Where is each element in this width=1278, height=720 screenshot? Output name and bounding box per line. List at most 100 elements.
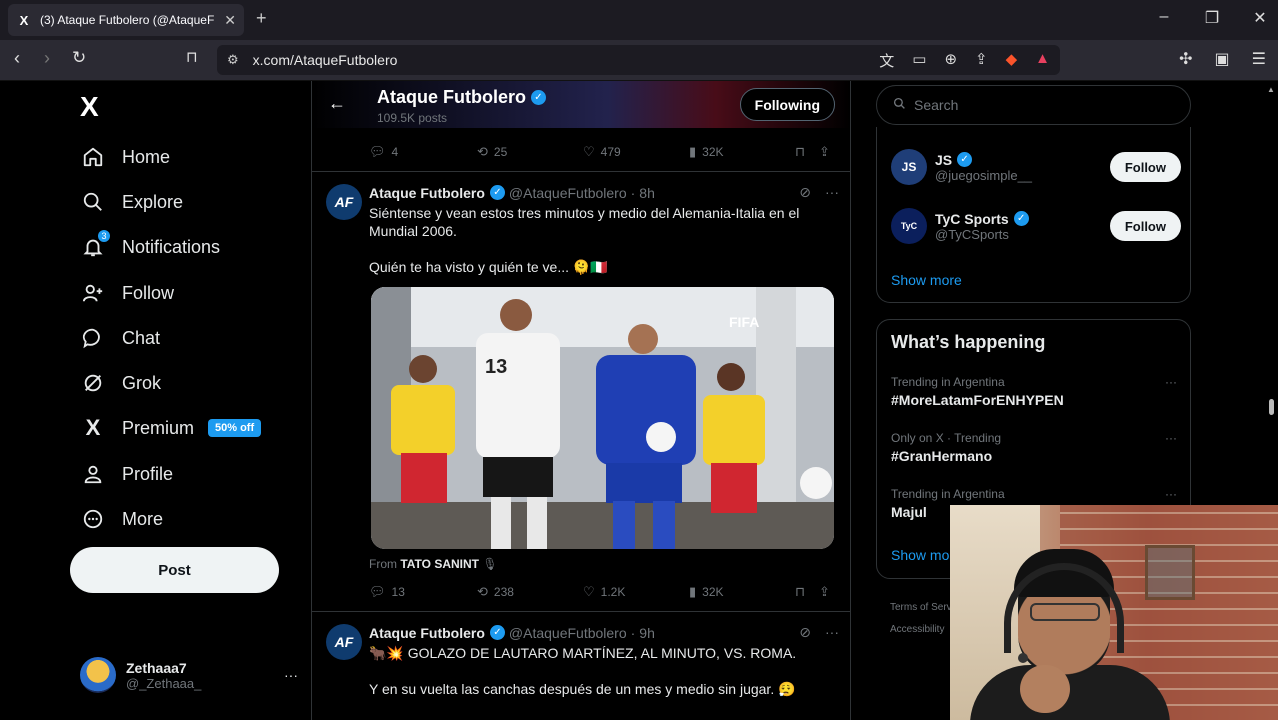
who-to-follow-item[interactable]: TyC TyC Sports ✓ @TyCSports Follow — [891, 204, 1181, 248]
extensions-icon[interactable]: ✣ — [1179, 49, 1192, 69]
wallet-icon[interactable]: ▣ — [1215, 49, 1230, 69]
restore-button[interactable]: ❐ — [1204, 8, 1220, 28]
trend-item[interactable]: Trending in Argentina #MoreLatamForENHYP… — [891, 375, 1181, 408]
repost-button[interactable]: ⟲ 25 — [477, 144, 583, 160]
tweet-author-name[interactable]: Ataque Futbolero — [369, 625, 485, 641]
scroll-thumb[interactable] — [1269, 399, 1274, 415]
tweet-author-handle[interactable]: @AtaqueFutbolero — [509, 625, 627, 641]
video-frame: FIFA 13 — [371, 287, 834, 549]
reply-button[interactable]: 💬︎ 13 — [369, 584, 477, 600]
scroll-up-icon[interactable]: ▲ — [1267, 85, 1275, 94]
microphone-icon — [1018, 653, 1028, 663]
cast-icon[interactable]: ▭ — [912, 50, 926, 71]
reload-icon[interactable]: ↻ — [72, 48, 86, 68]
share-button[interactable]: ⇪ — [819, 144, 830, 160]
tweet-text: Y en su vuelta las canchas después de un… — [369, 681, 796, 697]
menu-icon[interactable]: ☰ — [1252, 49, 1266, 69]
brave-rewards-icon[interactable]: ▲ — [1035, 50, 1050, 71]
like-button[interactable]: ♡ 479 — [583, 144, 689, 160]
views-button[interactable]: ▮ 32K — [689, 584, 795, 600]
account-name: Zethaaa7 — [126, 659, 187, 676]
avatar[interactable]: TyC — [891, 208, 927, 244]
follow-button[interactable]: Follow — [1109, 152, 1181, 182]
nav-premium[interactable]: X Premium 50% off — [80, 408, 262, 448]
translate-icon[interactable]: 文 — [879, 50, 894, 71]
account-switcher[interactable]: Zethaaa7 @_Zethaaa_ ··· — [80, 657, 298, 693]
repost-button[interactable]: ⟲ 238 — [477, 584, 583, 600]
tweet-time[interactable]: 9h — [639, 625, 655, 641]
bookmark-button[interactable]: ⊓ — [795, 144, 819, 160]
grok-icon[interactable]: ⊘ — [799, 184, 811, 201]
more-icon[interactable]: ··· — [1165, 487, 1177, 501]
avatar[interactable]: AF — [326, 184, 362, 220]
zoom-icon[interactable]: ⊕ — [944, 50, 957, 71]
show-more-link[interactable]: Show more — [891, 272, 962, 288]
site-settings-icon[interactable]: ⚙ — [227, 52, 239, 68]
person-icon — [80, 461, 106, 487]
new-tab-button[interactable]: + — [256, 8, 267, 29]
search-placeholder: Search — [914, 97, 959, 113]
more-icon[interactable]: ··· — [825, 624, 839, 641]
from-source-name[interactable]: TATO SANINT — [400, 557, 479, 571]
tweet-author-name[interactable]: Ataque Futbolero — [369, 185, 485, 201]
nav-home[interactable]: Home — [80, 137, 170, 177]
like-button[interactable]: ♡ 1.2K — [583, 584, 689, 600]
forward-icon[interactable]: › — [44, 48, 50, 69]
browser-toolbar: ‹ › ↻ ⊓ ⚙ x.com/AtaqueFutbolero 文 ▭ ⊕ ⇪ … — [0, 40, 1278, 81]
nav-explore[interactable]: Explore — [80, 182, 183, 222]
chat-icon — [80, 325, 106, 351]
follow-button[interactable]: Follow — [1109, 211, 1181, 241]
nav-label: Follow — [122, 282, 175, 303]
back-arrow-icon[interactable]: ← — [328, 93, 346, 114]
tweet[interactable]: AF Ataque Futbolero ✓ @AtaqueFutbolero ·… — [312, 612, 850, 720]
tweet-author-handle[interactable]: @AtaqueFutbolero — [509, 185, 627, 201]
post-button[interactable]: Post — [70, 547, 279, 593]
close-window-button[interactable]: ✕ — [1252, 8, 1268, 28]
tab-close-icon[interactable]: ✕ — [224, 12, 236, 29]
main-column: ← Ataque Futbolero ✓ 109.5K posts Follow… — [311, 81, 851, 720]
avatar[interactable]: JS — [891, 149, 927, 185]
tweet[interactable]: AF Ataque Futbolero ✓ @AtaqueFutbolero ·… — [312, 172, 850, 612]
share-button[interactable]: ⇪ — [819, 584, 830, 600]
grok-icon[interactable]: ⊘ — [799, 624, 811, 641]
reply-button[interactable]: 💬︎ 4 — [369, 144, 477, 160]
trend-item[interactable]: Only on X · Trending #GranHermano ··· — [891, 431, 1181, 464]
more-icon[interactable]: ··· — [1165, 375, 1177, 389]
more-icon[interactable]: ··· — [1165, 431, 1177, 445]
tweet-video[interactable]: FIFA 13 — [371, 287, 834, 549]
minimize-button[interactable]: – — [1156, 8, 1172, 28]
sidebar: X Home Explore 3 Notifications Follow Ch… — [68, 81, 308, 720]
views-button[interactable]: ▮ 32K — [689, 144, 795, 160]
verified-icon: ✓ — [957, 152, 973, 167]
avatar[interactable]: AF — [326, 624, 362, 660]
tweet-time[interactable]: 8h — [639, 185, 655, 201]
repost-icon: ⟲ — [477, 144, 488, 159]
url-text: x.com/AtaqueFutbolero — [252, 52, 398, 68]
x-logo-icon[interactable]: X — [80, 91, 99, 123]
brave-shields-icon[interactable]: ◆ — [1006, 50, 1018, 71]
nav-grok[interactable]: Grok — [80, 363, 161, 403]
url-bar[interactable]: ⚙ x.com/AtaqueFutbolero 文 ▭ ⊕ ⇪ ◆ ▲ — [217, 45, 1060, 75]
tweet[interactable]: 💬︎ 4 ⟲ 25 ♡ 479 ▮ 32K ⊓ ⇪ — [312, 128, 850, 172]
search-input[interactable]: Search — [876, 85, 1191, 125]
verified-icon: ✓ — [1013, 211, 1029, 226]
nav-profile[interactable]: Profile — [80, 454, 173, 494]
who-to-follow-item[interactable]: JS JS ✓ @juegosimple__ Follow — [891, 145, 1181, 189]
from-prefix: From — [369, 557, 397, 571]
nav-more[interactable]: More — [80, 499, 163, 539]
tweet-header: Ataque Futbolero ✓ @AtaqueFutbolero · 9h… — [369, 624, 839, 641]
nav-follow[interactable]: Follow — [80, 273, 174, 313]
browser-tab[interactable]: X (3) Ataque Futbolero (@AtaqueF ✕ — [8, 4, 244, 36]
heart-icon: ♡ — [583, 144, 595, 159]
share-icon[interactable]: ⇪ — [975, 50, 988, 71]
nav-notifications[interactable]: 3 Notifications — [80, 227, 220, 267]
post-count: 109.5K posts — [377, 111, 448, 125]
following-button[interactable]: Following — [739, 88, 835, 121]
bookmark-button[interactable]: ⊓ — [795, 584, 819, 600]
account-more-icon[interactable]: ··· — [284, 667, 298, 683]
nav-chat[interactable]: Chat — [80, 318, 160, 358]
more-icon[interactable]: ··· — [825, 184, 839, 201]
back-icon[interactable]: ‹ — [14, 48, 20, 69]
profile-name: Ataque Futbolero ✓ — [377, 87, 546, 108]
bookmark-page-icon[interactable]: ⊓ — [186, 48, 198, 66]
